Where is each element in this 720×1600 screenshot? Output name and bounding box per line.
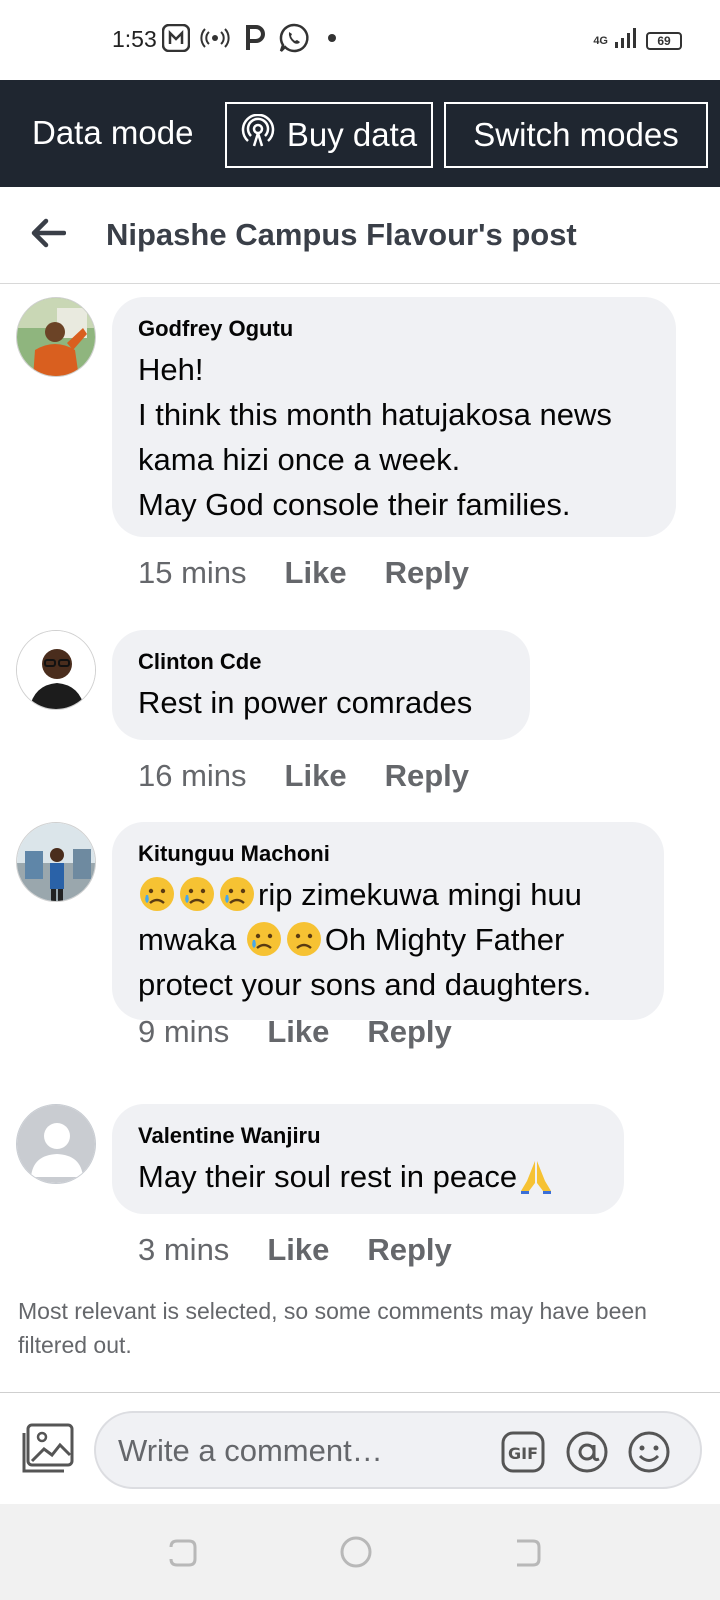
- sad-tear-emoji-icon: [245, 920, 283, 958]
- signal-icon: [614, 26, 640, 55]
- photo-icon[interactable]: [20, 1423, 76, 1475]
- avatar[interactable]: [16, 822, 96, 902]
- dot-icon: [326, 22, 338, 54]
- p-icon: [244, 22, 266, 54]
- home-icon[interactable]: [336, 1532, 376, 1572]
- post-header: Nipashe Campus Flavour's post: [0, 187, 720, 284]
- sad-tear-emoji-icon: [218, 875, 256, 913]
- mention-icon[interactable]: [564, 1429, 610, 1475]
- comment-author[interactable]: Clinton Cde: [138, 648, 504, 676]
- comment-text: Heh! I think this month hatujakosa news …: [138, 352, 612, 522]
- comment-author[interactable]: Godfrey Ogutu: [138, 315, 650, 343]
- gif-icon[interactable]: GIF: [500, 1429, 546, 1475]
- comment-author[interactable]: Kitunguu Machoni: [138, 840, 638, 868]
- avatar[interactable]: [16, 630, 96, 710]
- comment-bubble: Godfrey Ogutu Heh! I think this month ha…: [112, 297, 676, 537]
- reply-button[interactable]: Reply: [367, 1014, 451, 1050]
- comment-text: May their soul rest in peace: [138, 1154, 598, 1199]
- comment-bubble: Clinton Cde Rest in power comrades: [112, 630, 530, 740]
- comment-text-part: May their soul rest in peace: [138, 1159, 518, 1194]
- comment-meta: 9 mins Like Reply: [138, 1014, 490, 1050]
- like-button[interactable]: Like: [267, 1014, 329, 1050]
- buy-data-button[interactable]: Buy data: [225, 102, 433, 168]
- like-button[interactable]: Like: [267, 1232, 329, 1268]
- reply-button[interactable]: Reply: [385, 555, 469, 591]
- folded-hands-emoji-icon: [517, 1157, 555, 1195]
- whatsapp-icon: [278, 22, 310, 54]
- comment-author[interactable]: Valentine Wanjiru: [138, 1122, 598, 1150]
- comment-meta: 15 mins Like Reply: [138, 555, 507, 591]
- comment-time: 16 mins: [138, 758, 247, 793]
- comment-meta: 3 mins Like Reply: [138, 1232, 490, 1268]
- back-nav-icon[interactable]: [506, 1532, 546, 1572]
- status-time: 1:53: [112, 26, 157, 52]
- avatar[interactable]: [16, 297, 96, 377]
- broadcast-icon: [241, 113, 275, 156]
- like-button[interactable]: Like: [285, 555, 347, 591]
- switch-modes-button[interactable]: Switch modes: [444, 102, 708, 168]
- comment-time: 3 mins: [138, 1232, 230, 1267]
- comment-text: Rest in power comrades: [138, 685, 473, 720]
- comment-input[interactable]: [118, 1431, 498, 1471]
- data-mode-bar: Data mode Buy data Switch modes: [0, 80, 720, 187]
- comment-time: 15 mins: [138, 555, 247, 590]
- system-nav-bar: [0, 1504, 720, 1600]
- like-button[interactable]: Like: [285, 758, 347, 794]
- filter-note: Most relevant is selected, so some comme…: [18, 1298, 647, 1358]
- comment-time: 9 mins: [138, 1014, 230, 1049]
- status-right: 4G 69: [593, 26, 682, 55]
- status-bar: 1:53 4G 69: [0, 0, 720, 80]
- comment-bubble: Valentine Wanjiru May their soul rest in…: [112, 1104, 624, 1214]
- sad-tear-emoji-icon: [138, 875, 176, 913]
- back-arrow-icon[interactable]: [26, 211, 70, 255]
- comment-meta: 16 mins Like Reply: [138, 758, 507, 794]
- comment-bubble: Kitunguu Machoni rip zimekuwa mingi huu …: [112, 822, 664, 1020]
- network-type: 4G: [593, 34, 608, 47]
- comment-input-container: GIF: [94, 1411, 702, 1489]
- data-mode-label: Data mode: [32, 114, 194, 151]
- page-title: Nipashe Campus Flavour's post: [106, 217, 577, 252]
- recents-icon[interactable]: [162, 1532, 202, 1572]
- sad-tear-emoji-icon: [178, 875, 216, 913]
- app-icon: [162, 22, 190, 54]
- buy-data-label: Buy data: [286, 116, 418, 153]
- gif-label: GIF: [508, 1444, 538, 1463]
- reply-button[interactable]: Reply: [367, 1232, 451, 1268]
- hotspot-icon: [200, 22, 230, 54]
- reply-button[interactable]: Reply: [385, 758, 469, 794]
- sad-emoji-icon: [285, 920, 323, 958]
- comment-text: rip zimekuwa mingi huu mwaka Oh Mighty F…: [138, 872, 638, 1007]
- emoji-picker-icon[interactable]: [626, 1429, 672, 1475]
- avatar[interactable]: [16, 1104, 96, 1184]
- battery-icon: 69: [646, 31, 682, 50]
- comment-composer: GIF: [0, 1392, 720, 1504]
